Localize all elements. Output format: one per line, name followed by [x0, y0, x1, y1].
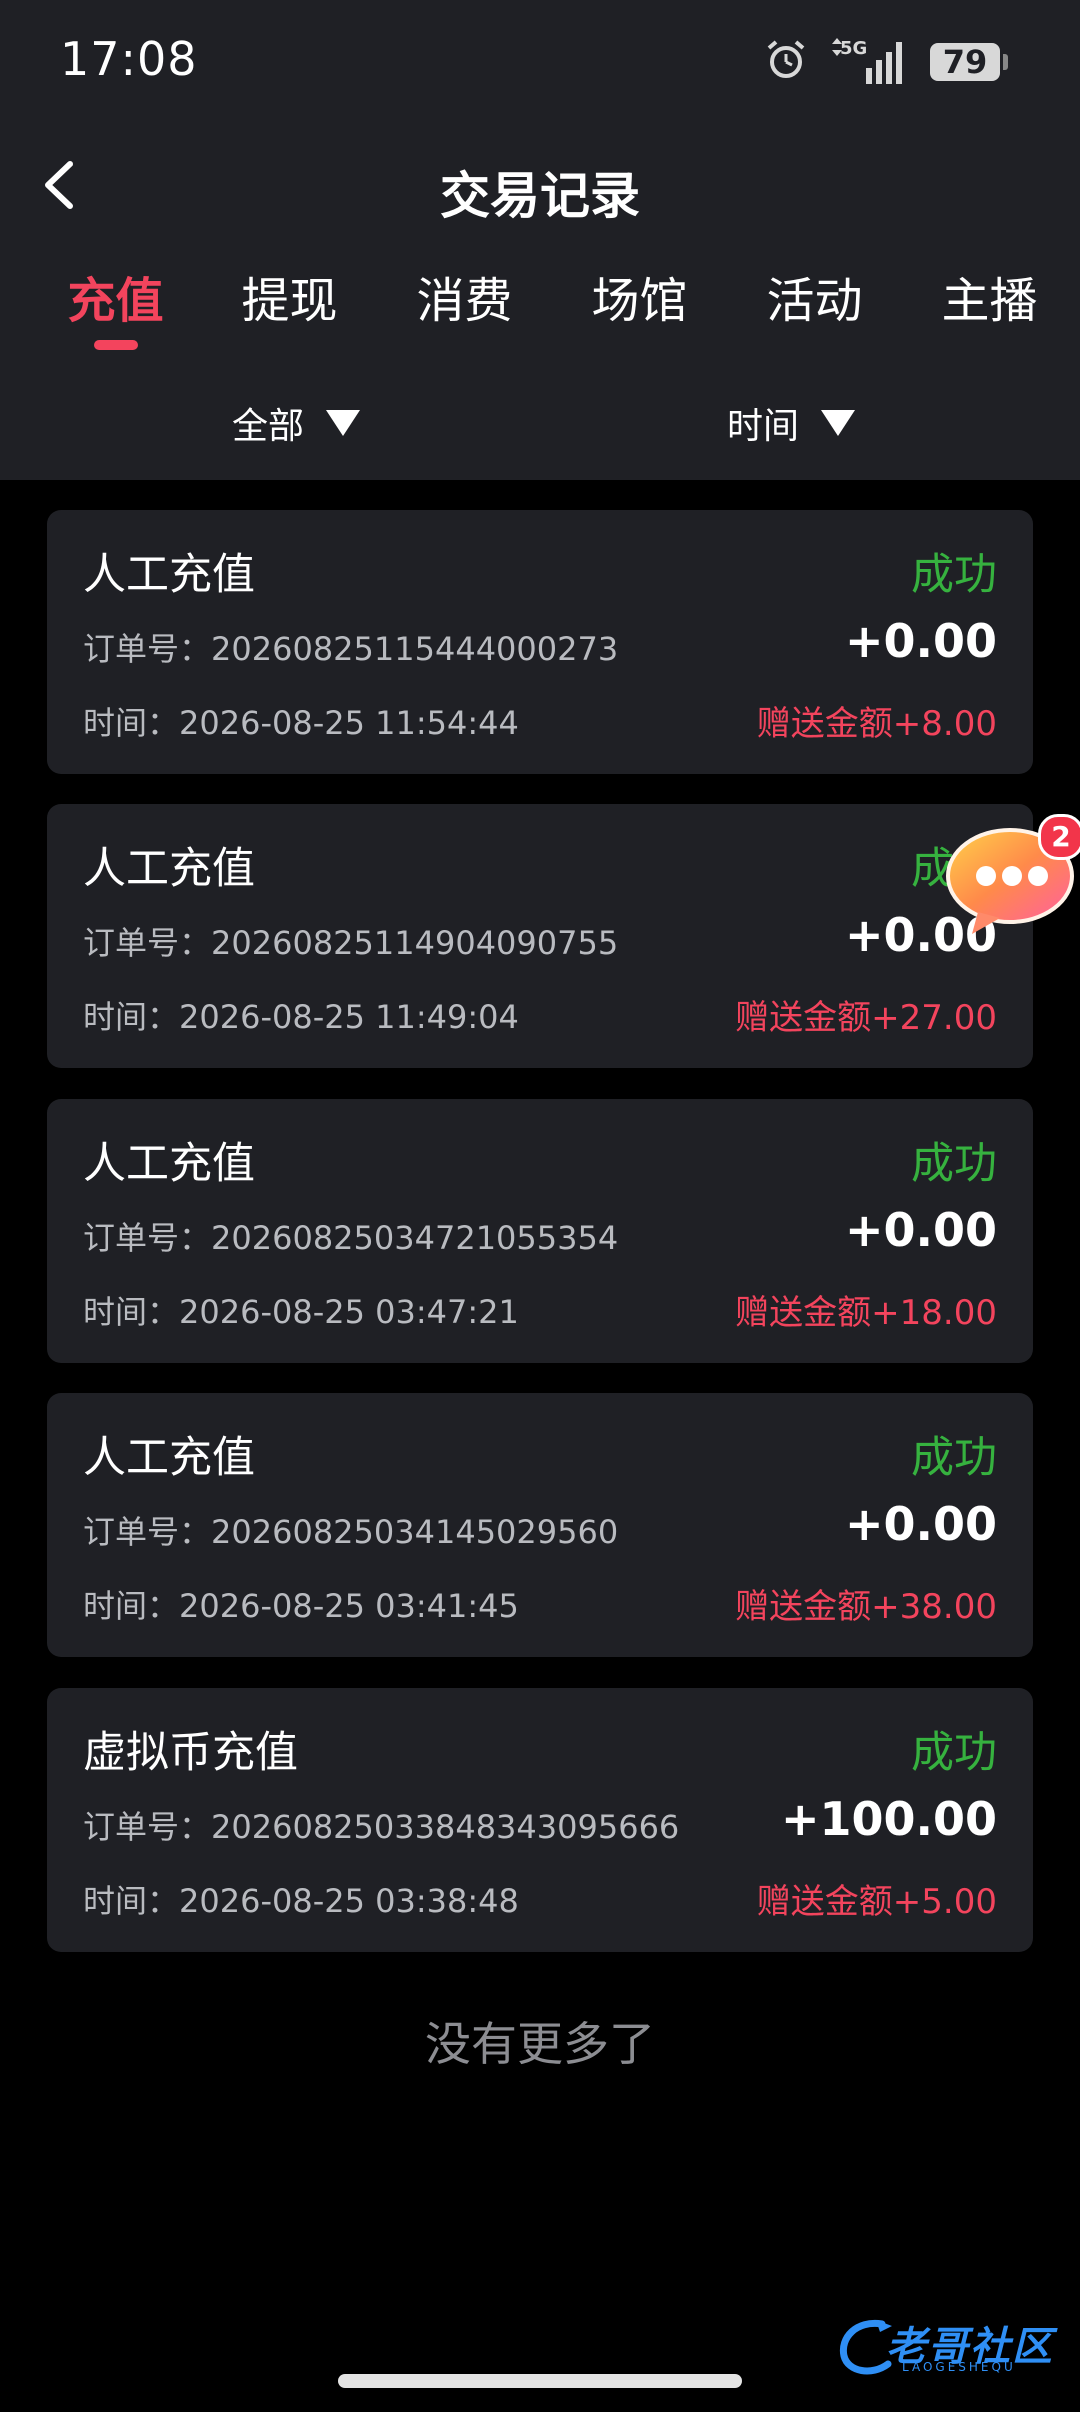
record-order-number: 订单号：20260825034721055354 [83, 1219, 619, 1257]
watermark-logo: 老哥社区 LAOGESHEQU [836, 2310, 1066, 2380]
record-card[interactable]: 虚拟币充值 成功 订单号：2026082503384834309566​6 +1… [47, 1688, 1033, 1952]
no-more-text: 没有更多了 [425, 2017, 655, 2071]
record-card[interactable]: 人工充值 成功 订单号：20260825115444000273 +0.00 时… [47, 510, 1033, 774]
record-type: 人工充值 [83, 550, 255, 600]
record-card[interactable]: 人工充值 成功 订单号：20260825114904090755 +0.00 时… [47, 804, 1033, 1068]
tab-venue[interactable]: 场馆 [552, 270, 727, 350]
home-indicator[interactable] [338, 2374, 742, 2388]
type-filter-dropdown[interactable]: 全部 [232, 388, 361, 458]
record-status: 成功 [911, 1433, 997, 1483]
tab-activity[interactable]: 活动 [727, 270, 902, 350]
tab-active-indicator [93, 340, 138, 350]
page-title: 交易记录 [440, 167, 640, 225]
record-time: 时间：2026-08-25 03:38:48 [83, 1882, 519, 1920]
battery-icon: 79 [930, 43, 1008, 81]
type-filter-label: 全部 [232, 406, 305, 447]
record-amount: +100.00 [780, 1792, 997, 1846]
tab-label: 提现 [241, 273, 338, 329]
time-filter-dropdown[interactable]: 时间 [727, 388, 856, 458]
record-bonus: 赠送金额+5.00 [756, 1882, 997, 1922]
tab-recharge[interactable]: 充值 [28, 270, 203, 350]
record-status: 成功 [911, 1139, 997, 1189]
tab-withdraw[interactable]: 提现 [202, 270, 377, 350]
header: 交易记录 充值 提现 消费 场馆 活动 主播 全部 时间 [0, 120, 1080, 480]
floating-chat-button[interactable]: 2 [938, 814, 1080, 938]
record-card[interactable]: 人工充值 成功 订单号：20260825034721055354 +0.00 时… [47, 1099, 1033, 1363]
record-order-number: 订单号：20260825114904090755 [83, 924, 619, 962]
record-amount: +0.00 [844, 1203, 997, 1257]
record-time: 时间：2026-08-25 11:54:44 [83, 704, 519, 742]
record-time: 时间：2026-08-25 03:47:21 [83, 1293, 519, 1331]
caret-down-icon [821, 410, 856, 436]
watermark-subtext: LAOGESHEQU [902, 2360, 1016, 2374]
tab-label: 充值 [67, 273, 164, 329]
time-filter-label: 时间 [727, 406, 800, 447]
status-bar: 17:08 5G 79 [0, 0, 1080, 120]
record-order-number: 订单号：2026082503384834309566​6 [83, 1808, 680, 1846]
status-icons: 5G 79 [764, 34, 1008, 90]
record-bonus: 赠送金额+8.00 [756, 704, 997, 744]
caret-down-icon [326, 410, 361, 436]
filters: 全部 时间 [0, 388, 1080, 458]
tab-label: 场馆 [591, 273, 688, 329]
signal-icon: 5G [830, 38, 908, 86]
record-amount: +0.00 [844, 1497, 997, 1551]
tab-consume[interactable]: 消费 [377, 270, 552, 350]
record-card[interactable]: 人工充值 成功 订单号：20260825034145029560 +0.00 时… [47, 1393, 1033, 1657]
record-status: 成功 [911, 1728, 997, 1778]
record-type: 人工充值 [83, 1139, 255, 1189]
transaction-records-screen: 17:08 5G 79 交易记录 充值 提现 消费 场馆 活动 主播 全部 时间… [0, 0, 1080, 2412]
status-time: 17:08 [60, 32, 198, 86]
tab-anchor[interactable]: 主播 [902, 270, 1077, 350]
record-status: 成功 [911, 550, 997, 600]
tab-label: 消费 [416, 273, 513, 329]
record-time: 时间：2026-08-25 03:41:45 [83, 1587, 519, 1625]
record-time: 时间：2026-08-25 11:49:04 [83, 998, 519, 1036]
category-tabs: 充值 提现 消费 场馆 活动 主播 [0, 270, 1080, 360]
record-order-number: 订单号：20260825115444000273 [83, 630, 619, 668]
record-type: 虚拟币充值 [83, 1728, 298, 1778]
record-order-number: 订单号：20260825034145029560 [83, 1513, 619, 1551]
tab-label: 活动 [766, 273, 863, 329]
alarm-icon [764, 38, 808, 86]
record-amount: +0.00 [844, 614, 997, 668]
record-type: 人工充值 [83, 844, 255, 894]
record-bonus: 赠送金额+27.00 [735, 998, 997, 1038]
record-bonus: 赠送金额+18.00 [735, 1293, 997, 1333]
record-type: 人工充值 [83, 1433, 255, 1483]
tab-label: 主播 [941, 273, 1038, 329]
unread-badge: 2 [1038, 814, 1080, 860]
record-bonus: 赠送金额+38.00 [735, 1587, 997, 1627]
